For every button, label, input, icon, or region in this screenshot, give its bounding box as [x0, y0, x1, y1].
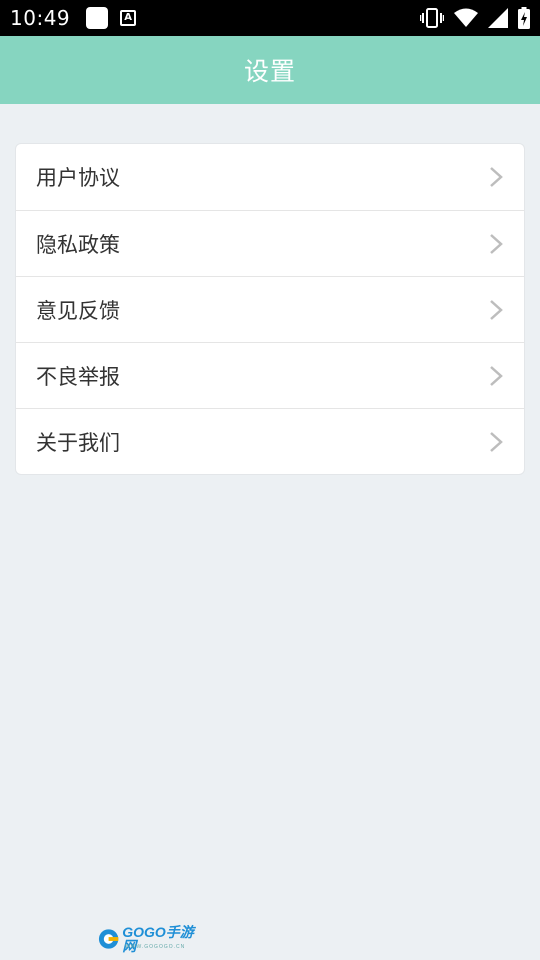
gogo-logo-icon: [98, 929, 119, 949]
logo-subtext: WWW.GOGOGO.CN: [125, 944, 186, 950]
battery-charging-icon: [518, 7, 530, 29]
settings-item-label: 隐私政策: [36, 232, 120, 257]
settings-list: 用户协议 隐私政策 意见反馈 不良举报 关于我们: [16, 144, 524, 474]
settings-item-label: 不良举报: [36, 364, 120, 389]
wifi-icon: [454, 8, 478, 27]
chevron-right-icon: [490, 233, 503, 254]
signal-icon: [488, 8, 508, 28]
notification-icon: [86, 7, 109, 29]
settings-item-user-agreement[interactable]: 用户协议: [16, 144, 524, 210]
app-header: 设置: [0, 36, 540, 104]
keyboard-notification-icon: A: [120, 10, 137, 26]
settings-item-privacy-policy[interactable]: 隐私政策: [16, 210, 524, 276]
settings-item-about-us[interactable]: 关于我们: [16, 408, 524, 474]
chevron-right-icon: [490, 431, 503, 452]
gogo-logo: GOGO手游网 WWW.GOGOGO.CN: [97, 925, 205, 953]
chevron-right-icon: [490, 167, 503, 187]
settings-item-feedback[interactable]: 意见反馈: [16, 276, 524, 342]
status-bar: 10:49 A: [0, 0, 540, 36]
chevron-right-icon: [490, 299, 503, 320]
settings-item-label: 意见反馈: [36, 298, 120, 323]
settings-item-label: 用户协议: [36, 166, 120, 190]
status-icons: [420, 7, 530, 29]
chevron-right-icon: [490, 365, 503, 386]
page-title: 设置: [243, 57, 296, 86]
settings-item-label: 关于我们: [36, 430, 120, 455]
vibrate-icon: [420, 8, 444, 28]
settings-item-report[interactable]: 不良举报: [16, 342, 524, 408]
status-time: 10:49: [10, 6, 71, 30]
